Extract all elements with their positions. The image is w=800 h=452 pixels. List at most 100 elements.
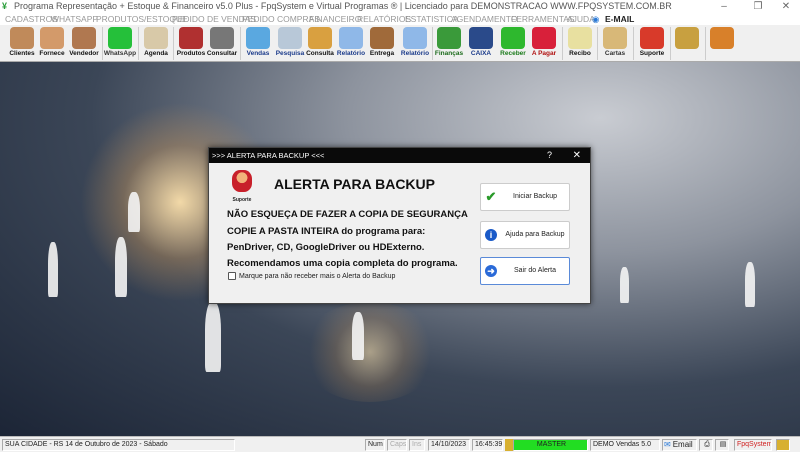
message-line: PenDriver, CD, GoogleDriver ou HDExterno… <box>227 242 425 253</box>
status-location: SUA CIDADE - RS 14 de Outubro de 2023 - … <box>2 439 235 451</box>
toolbar-separator <box>138 27 139 60</box>
toolbar-button-whatsapp[interactable]: WhatsApp <box>104 26 136 61</box>
email-icon: ✉ <box>664 440 671 449</box>
menu-bar: CADASTROS WHATSAPP PRODUTOS/ESTOQUE PEDI… <box>0 13 800 25</box>
menu-email[interactable]: E-MAIL <box>605 13 634 25</box>
maximize-button[interactable]: ❐ <box>746 0 770 13</box>
close-button[interactable]: ✕ <box>774 0 798 13</box>
coin-icon <box>675 27 699 49</box>
exit-alert-label: Sair do Alerta <box>513 267 557 274</box>
email-menu-icon: ◉ <box>592 14 600 24</box>
calculator-icon[interactable]: ▤ <box>715 439 729 451</box>
toolbar-separator <box>633 27 634 60</box>
menu-cadastros[interactable]: CADASTROS <box>5 13 58 25</box>
printer-icon[interactable]: ⎙ <box>699 439 713 451</box>
toolbar-button-a-pagar[interactable]: A Pagar <box>528 26 560 61</box>
search-doc-icon <box>278 27 302 49</box>
help-button[interactable]: ? <box>547 148 552 163</box>
cashbook-icon <box>469 27 493 49</box>
status-caps: Caps <box>387 439 407 451</box>
minimize-button[interactable]: – <box>712 0 736 13</box>
exit-door-icon <box>710 27 734 49</box>
toolbar-separator <box>432 27 433 60</box>
menu-ajuda[interactable]: AJUDA <box>567 13 595 25</box>
barcode-icon <box>210 27 234 49</box>
message-line: Recomendamos uma copia completa do progr… <box>227 258 458 269</box>
toolbar-button-exit-door[interactable] <box>706 26 738 61</box>
dialog-heading: ALERTA PARA BACKUP <box>274 176 435 192</box>
menu-whatsapp[interactable]: WHATSAPP <box>51 13 98 25</box>
toolbar-separator <box>102 27 103 60</box>
toolbar-button-cartas[interactable]: Cartas <box>599 26 631 61</box>
key-icon <box>776 439 790 451</box>
dialog-title-bar: >>> ALERTA PARA BACKUP <<< ? ✕ <box>209 148 590 163</box>
menu-ferramentas[interactable]: FERRAMENTAS <box>511 13 575 25</box>
dialog-close-button[interactable]: ✕ <box>573 148 581 163</box>
toolbar-button-agenda[interactable]: Agenda <box>140 26 172 61</box>
check-icon: ✔ <box>485 189 497 204</box>
monitor-icon <box>246 27 270 49</box>
app-icon: ¥ <box>2 1 8 11</box>
toolbar-button-vendedor[interactable]: Vendedor <box>68 26 100 61</box>
printer-icon <box>339 27 363 49</box>
drawer-icon <box>308 27 332 49</box>
products-icon <box>179 27 203 49</box>
checkbox-label: Marque para não receber mais o Alerta do… <box>239 272 396 280</box>
toolbar-separator <box>562 27 563 60</box>
toolbar-separator <box>705 27 706 60</box>
status-brand: FpqSystem <box>734 439 772 451</box>
clients-icon <box>10 27 34 49</box>
seller-icon <box>72 27 96 49</box>
dialog-title: >>> ALERTA PARA BACKUP <<< <box>212 151 325 160</box>
start-backup-button[interactable]: ✔ Iniciar Backup <box>480 183 570 211</box>
status-user: MASTER <box>513 439 588 451</box>
toolbar-separator <box>173 27 174 60</box>
supplier-icon <box>40 27 64 49</box>
support-logo-label: Suporte <box>232 197 252 203</box>
toolbar-button-label: Suporte <box>639 50 665 57</box>
status-version: DEMO Vendas 5.0 <box>590 439 660 451</box>
arrow-right-icon: ➜ <box>485 265 497 277</box>
printer-icon <box>403 27 427 49</box>
receive-dollar-icon <box>501 27 525 49</box>
toolbar-separator <box>597 27 598 60</box>
status-bar: SUA CIDADE - RS 14 de Outubro de 2023 - … <box>0 436 800 452</box>
menu-relatorios[interactable]: RELATÓRIOS <box>357 13 411 25</box>
menu-financeiro[interactable]: FINANCEIRO <box>309 13 361 25</box>
toolbar-button-suporte[interactable]: Suporte <box>636 26 668 61</box>
disable-alert-checkbox[interactable]: Marque para não receber mais o Alerta do… <box>228 272 395 280</box>
whatsapp-icon <box>108 27 132 49</box>
exit-alert-button[interactable]: ➜ Sair do Alerta <box>480 257 570 285</box>
toolbar-button-coin[interactable] <box>671 26 703 61</box>
message-line: COPIE A PASTA INTEIRA do programa para: <box>227 226 426 237</box>
support-icon <box>640 27 664 49</box>
backup-help-button[interactable]: i Ajuda para Backup <box>480 221 570 249</box>
status-date: 14/10/2023 <box>428 439 470 451</box>
status-ins: Ins <box>409 439 425 451</box>
window-title: Programa Representação + Estoque & Finan… <box>14 1 672 11</box>
scroll-icon <box>603 27 627 49</box>
start-backup-label: Iniciar Backup <box>513 193 557 200</box>
status-num: Num <box>365 439 385 451</box>
toolbar-separator <box>240 27 241 60</box>
toolbar-button-consultar[interactable]: Consultar <box>206 26 238 61</box>
backup-alert-dialog: >>> ALERTA PARA BACKUP <<< ? ✕ Suporte A… <box>208 147 591 304</box>
status-email[interactable]: ✉ Email <box>662 439 697 451</box>
receipt-icon <box>568 27 592 49</box>
title-bar: ¥ Programa Representação + Estoque & Fin… <box>0 0 800 13</box>
info-icon: i <box>485 229 497 241</box>
message-line: NÃO ESQUEÇA DE FAZER A COPIA DE SEGURANÇ… <box>227 209 468 220</box>
menu-agendamento[interactable]: AGENDAMENTO <box>451 13 517 25</box>
checkbox-box[interactable] <box>228 272 236 280</box>
backup-help-label: Ajuda para Backup <box>505 231 565 238</box>
finance-icon <box>437 27 461 49</box>
hand-truck-icon <box>370 27 394 49</box>
toolbar-separator <box>670 27 671 60</box>
support-icon <box>232 170 252 192</box>
status-time: 16:45:39 <box>472 439 503 451</box>
agenda-icon <box>144 27 168 49</box>
pay-dollar-icon <box>532 27 556 49</box>
support-logo: Suporte <box>229 170 255 203</box>
toolbar: Clientes Fornece Vendedor WhatsApp Agenda Pro… <box>0 25 800 62</box>
toolbar-button-recibo[interactable]: Recibo <box>564 26 596 61</box>
